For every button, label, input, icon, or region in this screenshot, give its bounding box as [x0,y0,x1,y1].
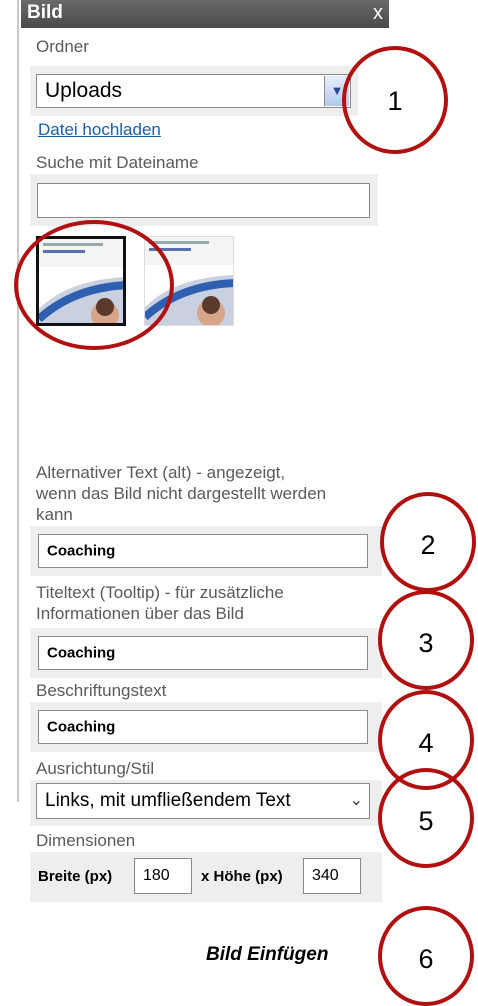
chevron-down-icon[interactable]: ⌄ [350,790,363,810]
panel-border [17,0,19,802]
folder-label: Ordner [36,37,89,56]
caption-label: Beschriftungstext [36,681,167,700]
height-input[interactable]: 340 [303,858,361,894]
dialog-titlebar: Bild x [21,0,389,28]
alt-text-value: Coaching [47,542,116,560]
title-text-label-2: Informationen über das Bild [36,604,244,623]
search-input[interactable] [37,183,370,218]
annotation-number-3: 3 [418,628,434,658]
annotation-number-5: 5 [418,806,434,836]
alignment-select-value: Links, mit umfließendem Text [45,790,291,811]
upload-file-link[interactable]: Datei hochladen [38,120,161,140]
width-input[interactable]: 180 [134,858,192,894]
search-label: Suche mit Dateiname [36,153,199,172]
close-icon[interactable]: x [373,2,383,25]
annotation-number-6: 6 [418,944,434,974]
title-text-input[interactable]: Coaching [38,636,368,670]
title-text-label-1: Titeltext (Tooltip) - für zusätzliche [36,583,284,602]
height-label: x Höhe (px) [201,868,283,885]
caption-input[interactable]: Coaching [38,710,368,744]
annotation-circle-3: 3 [378,590,474,690]
caption-value: Coaching [47,718,116,736]
insert-image-button[interactable]: Bild Einfügen [206,944,328,966]
folder-select[interactable]: Uploads ▼ [36,74,351,108]
alt-text-input[interactable]: Coaching [38,534,368,568]
alt-text-label-3: kann [36,505,73,524]
height-value: 340 [312,867,339,884]
annotation-number-1: 1 [387,86,403,116]
folder-select-value: Uploads [45,79,123,102]
dimensions-label: Dimensionen [36,831,136,850]
annotation-number-4: 4 [418,728,434,758]
alignment-label: Ausrichtung/Stil [36,759,155,778]
annotation-circle-1: 1 [342,46,448,154]
width-label: Breite (px) [38,868,113,885]
annotation-circle-6: 6 [378,906,474,1006]
alt-text-label-1: Alternativer Text (alt) - angezeigt, [36,463,286,482]
annotation-circle-5: 5 [378,768,474,868]
alt-text-label-2: wenn das Bild nicht dargestellt werden [36,484,327,503]
dialog-title: Bild [27,2,63,23]
annotation-circle-thumbnail [14,220,174,350]
alignment-select[interactable]: Links, mit umfließendem Text ⌄ [36,783,370,819]
annotation-number-2: 2 [420,530,436,560]
width-value: 180 [143,867,170,884]
annotation-circle-2: 2 [380,492,476,592]
title-text-value: Coaching [47,644,116,662]
